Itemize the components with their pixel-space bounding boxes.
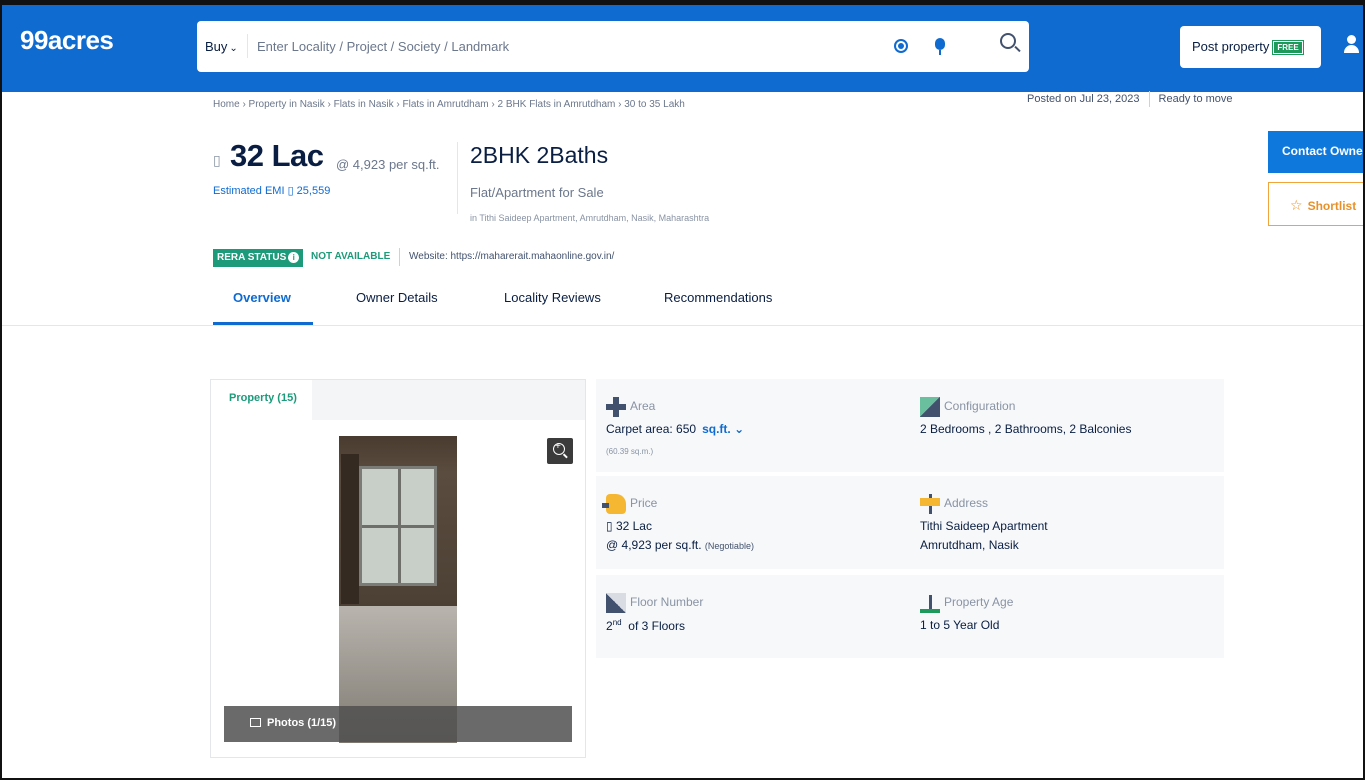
area-unit: sq.ft. [702,422,731,436]
posted-date: Posted on Jul 23, 2023 [1027,92,1140,105]
chevron-down-icon: ⌄ [229,43,238,54]
rera-status-badge: RERA STATUS i [213,249,304,267]
search-input[interactable] [257,33,857,59]
property-details-grid: Area Carpet area: 650 sq.ft. ⌄ (60.39 sq.… [596,379,1224,658]
section-tabs: Overview Owner Details Locality Reviews … [2,284,1363,326]
rera-divider [399,248,400,266]
price-label: Price [630,496,658,510]
shortlist-label: Shortlist [1307,199,1357,213]
chevron-down-icon: ⌄ [734,422,745,436]
buy-dropdown[interactable]: Buy ⌄ [205,39,238,54]
site-logo[interactable]: 99acres [20,25,114,56]
rupee-icon: ▯ [213,152,221,168]
property-age-value: 1 to 5 Year Old [920,618,1000,632]
price-tag-icon [602,494,626,514]
configuration-value: 2 Bedrooms , 2 Bathrooms, 2 Balconies [920,422,1132,436]
image-icon [250,718,261,727]
breadcrumb[interactable]: Home › Property in Nasik › Flats in Nasi… [213,99,685,110]
tab-locality-reviews[interactable]: Locality Reviews [504,290,601,305]
gallery-tab-property[interactable]: Property (15) [211,380,312,420]
area-unit-dropdown[interactable]: sq.ft. ⌄ [702,422,744,436]
photo-gallery: Property (15) Photos (1/15) [210,379,586,758]
property-photo[interactable] [339,436,457,743]
search-divider [247,34,248,58]
detail-price: Price ▯ 32 Lac @ 4,923 per sq.ft. (Negot… [596,476,910,569]
floor-label: Floor Number [630,595,704,609]
user-account-icon[interactable] [1343,35,1359,55]
configuration-label: Configuration [944,399,1016,413]
zoom-in-icon[interactable] [547,438,573,464]
tab-recommendations[interactable]: Recommendations [664,290,772,305]
tab-owner-details[interactable]: Owner Details [356,290,438,305]
area-label: Area [630,399,656,413]
detail-property-age: Property Age 1 to 5 Year Old [910,575,1224,658]
locate-me-icon[interactable] [894,39,908,53]
rera-status-value: NOT AVAILABLE [311,251,391,262]
post-property-button[interactable]: Post property FREE [1180,26,1321,68]
negotiable-label: (Negotiable) [704,541,754,551]
search-icon[interactable] [1000,33,1016,49]
listing-subtitle: Flat/Apartment for Sale [470,185,604,200]
search-bar: Buy ⌄ [197,21,1029,72]
area-icon [606,397,626,417]
area-value: Carpet area: 650 sq.ft. ⌄ [606,422,744,436]
buy-label: Buy [205,39,228,54]
possession-status: Ready to move [1158,92,1233,105]
photos-count-label: Photos (1/15) [267,717,337,729]
signpost-icon [920,494,940,514]
active-tab-indicator [213,322,313,325]
shortlist-button[interactable]: ☆ Shortlist [1268,182,1363,226]
property-age-label: Property Age [944,595,1014,609]
floor-icon [606,593,626,613]
zoom-handle [563,453,568,459]
price-rate-value: @ 4,923 per sq.ft. [606,538,702,552]
configuration-icon [920,397,940,417]
microphone-icon[interactable] [935,38,945,55]
contact-owner-button[interactable]: Contact Owner [1268,131,1363,173]
tab-overview[interactable]: Overview [233,290,291,305]
property-age-icon [920,593,940,613]
floor-number: 2 [606,619,613,633]
estimated-emi-link[interactable]: Estimated EMI ▯ 25,559 [213,184,330,197]
star-icon: ☆ [1290,197,1303,213]
meta-divider [1148,91,1150,107]
price-rate-line: @ 4,923 per sq.ft. (Negotiable) [606,538,754,552]
listing-title: 2BHK 2Baths [470,142,609,168]
area-sqm: (60.39 sq.m.) [606,447,654,456]
gallery-tabs: Property (15) [211,380,585,420]
photo-curtain [341,454,359,604]
page-frame: 99acres Buy⌄ Post propertyFREE Home › Pr… [0,0,1365,780]
rera-website-link[interactable]: Website: https://maharerait.mahaonline.g… [409,251,614,262]
price-per-sqft: @ 4,923 per sq.ft. [336,157,440,172]
address-line1: Tithi Saideep Apartment [920,519,1048,533]
address-line2: Amrutdham, Nasik [920,538,1019,552]
photos-count-bar[interactable]: Photos (1/15) [224,706,572,742]
top-navigation-bar: 99acres Buy⌄ Post propertyFREE [2,0,1363,92]
info-icon[interactable]: i [288,252,300,263]
floor-value: 2nd of 3 Floors [606,618,685,633]
free-badge: FREE [1272,40,1304,55]
price-divider [457,142,458,214]
rera-badge-label: RERA STATUS [217,252,287,263]
floor-total: of 3 Floors [628,619,685,633]
detail-configuration: Configuration 2 Bedrooms , 2 Bathrooms, … [910,379,1224,472]
photo-door [359,466,437,586]
posted-info: Posted on Jul 23, 2023 Ready to move [1027,91,1233,107]
carpet-area: Carpet area: 650 [606,422,697,436]
address-label: Address [944,496,989,510]
listing-location: in Tithi Saideep Apartment, Amrutdham, N… [470,213,710,223]
detail-floor: Floor Number 2nd of 3 Floors [596,575,910,658]
detail-area: Area Carpet area: 650 sq.ft. ⌄ (60.39 sq.… [596,379,910,472]
photos-count: Photos (1/15) [250,717,336,729]
user-icon-head [1347,35,1356,44]
detail-address: Address Tithi Saideep Apartment Amrutdha… [910,476,1224,569]
post-property-label: Post property [1192,39,1270,54]
user-icon-body [1344,45,1359,53]
listing-price: 32 Lac [230,138,324,173]
price-value: ▯ 32 Lac [606,519,652,533]
floor-ordinal-suffix: nd [612,618,622,627]
